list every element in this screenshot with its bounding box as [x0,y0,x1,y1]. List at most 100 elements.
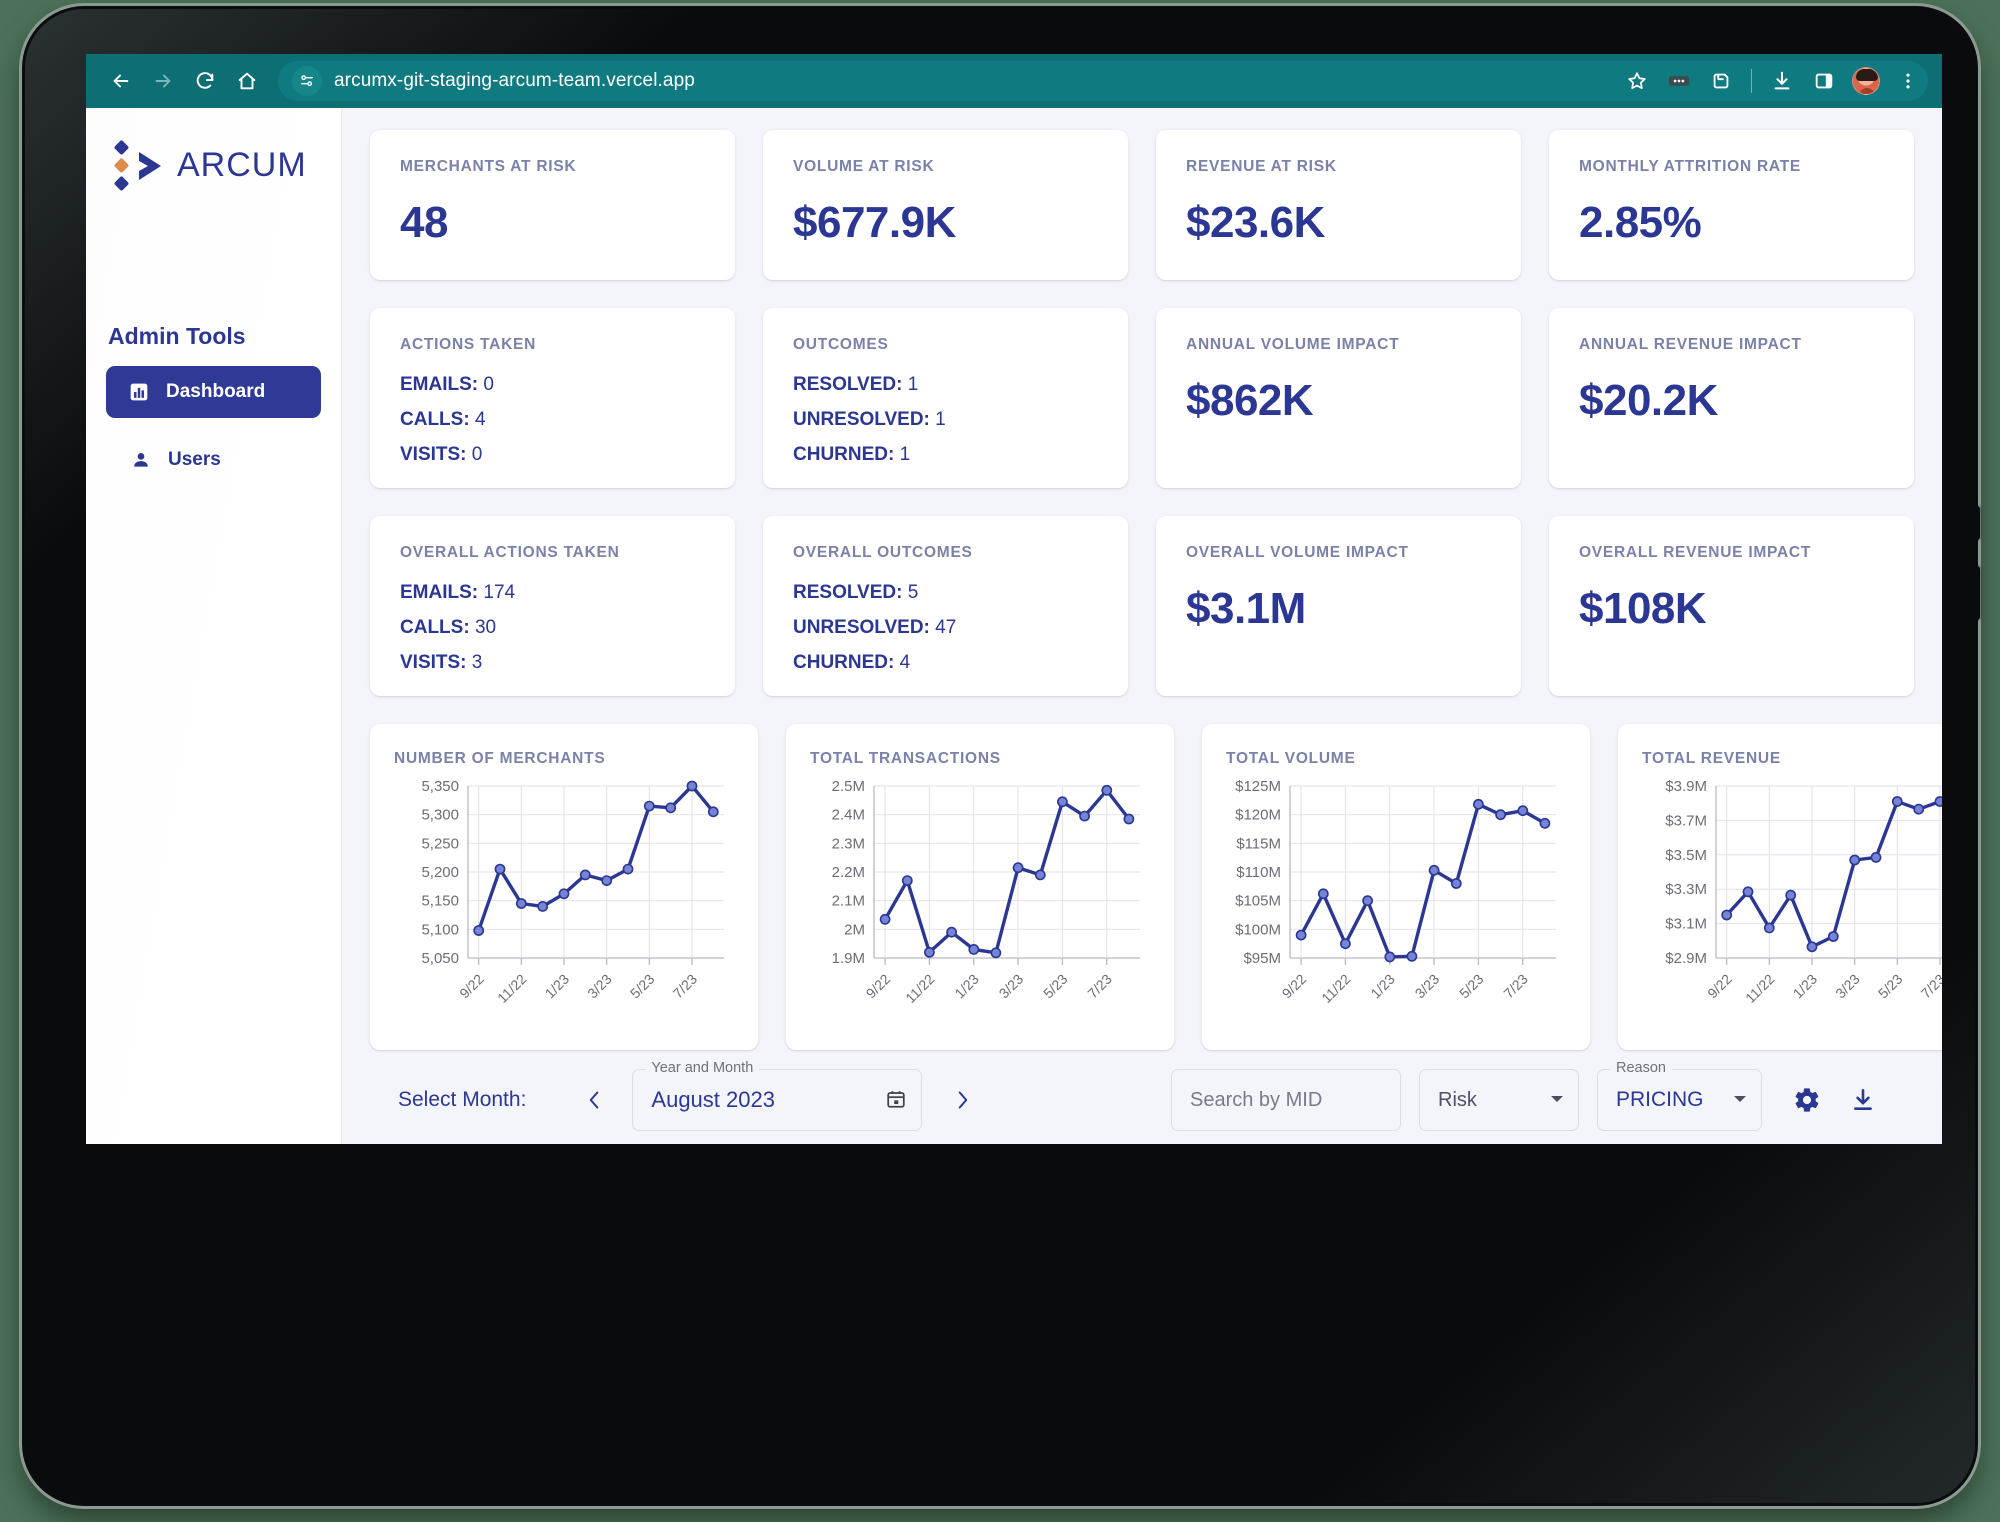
kpi-title: REVENUE AT RISK [1186,158,1337,175]
reason-select[interactable]: Reason PRICING [1597,1060,1762,1131]
svg-text:11/22: 11/22 [1742,971,1778,1007]
kpi-row-annual: ACTIONS TAKEN EMAILS: 0 CALLS: 4 VISITS:… [370,308,1914,488]
search-input-placeholder: Search by MID [1190,1088,1323,1111]
chevron-down-icon[interactable] [1721,1093,1747,1107]
toolbar-divider [1751,69,1752,93]
kpi-title: MERCHANTS AT RISK [400,158,577,175]
kpi-value: $20.2K [1579,376,1718,425]
chart-title: NUMBER OF MERCHANTS [394,750,606,767]
stat-line-unresolved: UNRESOLVED: 47 [793,617,957,638]
chevron-down-icon[interactable] [1528,1093,1564,1107]
svg-text:$100M: $100M [1235,921,1281,938]
logo-chevron-icon [139,151,161,180]
svg-text:$110M: $110M [1236,864,1281,881]
svg-text:2.4M: 2.4M [832,807,865,824]
side-panel-icon[interactable] [1804,61,1844,101]
svg-text:5,300: 5,300 [421,807,459,824]
kpi-value: 2.85% [1579,198,1702,247]
svg-text:3/23: 3/23 [1832,971,1863,1002]
download-icon[interactable] [1762,61,1802,101]
kpi-title: VOLUME AT RISK [793,158,935,175]
device-sensor [1956,654,1972,670]
svg-text:7/23: 7/23 [1500,971,1531,1002]
svg-text:$120M: $120M [1235,807,1281,824]
calendar-icon[interactable] [863,1088,907,1113]
kpi-row-overall: OVERALL ACTIONS TAKEN EMAILS: 174 CALLS:… [370,516,1914,696]
prev-month-button[interactable] [574,1080,614,1120]
svg-text:3/23: 3/23 [1412,971,1443,1002]
stat-line-calls: CALLS: 30 [400,617,497,638]
sidebar-item-label: Dashboard [166,381,266,402]
split-view-icon[interactable] [1701,61,1741,101]
svg-text:5,150: 5,150 [421,893,459,910]
profile-avatar[interactable] [1846,61,1886,101]
kpi-card-actions-taken: ACTIONS TAKEN EMAILS: 0 CALLS: 4 VISITS:… [370,308,735,488]
next-month-button[interactable] [942,1080,982,1120]
kpi-card-annual-revenue-impact: ANNUAL REVENUE IMPACT $20.2K [1549,308,1914,488]
star-icon[interactable] [1617,61,1657,101]
search-mid-field[interactable]: Search by MID [1171,1069,1401,1131]
export-download-button[interactable] [1840,1077,1886,1123]
chart-number-of-merchants: 5,050 5,100 5,150 5,200 5,250 5,300 5,350 9/22 1… [394,774,734,1036]
logo-wordmark: ARCUM [177,146,307,184]
extensions-icon[interactable] [1659,61,1699,101]
svg-text:11/22: 11/22 [494,971,530,1007]
three-dot-menu-icon[interactable] [1888,61,1928,101]
kpi-title: OVERALL VOLUME IMPACT [1186,544,1409,561]
bar-chart-icon [128,381,150,403]
svg-text:5/23: 5/23 [1040,971,1071,1002]
dashboard-toolbar: Select Month: Year and Month August 2023 [370,1050,1914,1144]
svg-text:7/23: 7/23 [670,971,701,1002]
svg-text:5,350: 5,350 [421,778,459,795]
kpi-card-outcomes: OUTCOMES RESOLVED: 1 UNRESOLVED: 1 CHURN… [763,308,1128,488]
kpi-value: $862K [1186,376,1314,425]
svg-text:1/23: 1/23 [951,971,982,1002]
stat-line-emails: EMAILS: 174 [400,582,516,603]
browser-actions [1617,54,1928,108]
risk-select[interactable]: Risk [1419,1069,1579,1131]
svg-text:$3.7M: $3.7M [1665,812,1707,829]
kpi-title: ANNUAL REVENUE IMPACT [1579,336,1802,353]
line-chart-svg: 1.9M 2M 2.1M 2.2M 2.3M 2.4M 2.5M 9/22 11/22 1/23 3… [832,778,1140,1007]
kpi-card-overall-revenue-impact: OVERALL REVENUE IMPACT $108K [1549,516,1914,696]
svg-text:$115M: $115M [1236,835,1281,852]
home-icon[interactable] [228,62,266,100]
kpi-row-current: MERCHANTS AT RISK 48 VOLUME AT RISK $677… [370,130,1914,280]
svg-text:5/23: 5/23 [1875,971,1906,1002]
settings-button[interactable] [1784,1077,1830,1123]
svg-text:2.5M: 2.5M [832,778,865,795]
line-chart-svg: 5,0505,1005,1505,2005,2505,3005,3509/22 1… [421,778,724,1007]
sidebar-item-users[interactable]: Users [106,434,321,486]
svg-text:2.1M: 2.1M [832,893,865,910]
stat-line-calls: CALLS: 4 [400,409,486,430]
back-arrow-icon[interactable] [102,62,140,100]
chart-card-number-of-merchants: NUMBER OF MERCHANTS 5,050 5,100 5,150 5,200… [370,724,758,1050]
sidebar-item-dashboard[interactable]: Dashboard [106,366,321,418]
svg-text:11/22: 11/22 [902,971,938,1007]
month-picker-field[interactable]: Year and Month August 2023 [632,1060,923,1131]
chart-total-revenue: $2.9M $3.1M $3.3M $3.5M $3.7M $3.9M 9/22 11/22 1… [1642,774,1942,1036]
kpi-value: $3.1M [1186,584,1306,633]
svg-text:$2.9M: $2.9M [1665,950,1707,967]
site-settings-icon[interactable] [292,66,322,96]
stat-line-resolved: RESOLVED: 1 [793,374,919,395]
device-button-volume-down [1973,566,1980,620]
kpi-value: $23.6K [1186,198,1325,247]
stat-line-visits: VISITS: 0 [400,444,483,465]
chart-card-total-revenue: TOTAL REVENUE $2.9M $3.1M $3.3M $3.5M $3.7M $… [1618,724,1942,1050]
kpi-card-overall-outcomes: OVERALL OUTCOMES RESOLVED: 5 UNRESOLVED:… [763,516,1128,696]
forward-arrow-icon[interactable] [144,62,182,100]
svg-text:9/22: 9/22 [456,971,487,1002]
sidebar: ARCUM Admin Tools Dashboard Users [86,108,342,1144]
tablet-device-frame: arcumx-git-staging-arcum-team.vercel.app [22,6,1980,1506]
reload-icon[interactable] [186,62,224,100]
kpi-card-overall-actions-taken: OVERALL ACTIONS TAKEN EMAILS: 174 CALLS:… [370,516,735,696]
kpi-value: $108K [1579,584,1707,633]
svg-text:1/23: 1/23 [542,971,573,1002]
kpi-title: ACTIONS TAKEN [400,336,537,353]
svg-text:5/23: 5/23 [1456,971,1487,1002]
svg-text:5,250: 5,250 [421,835,459,852]
main-content: MERCHANTS AT RISK 48 VOLUME AT RISK $677… [342,108,1942,1144]
chart-card-total-volume: TOTAL VOLUME $95M $100M $105M $110M $115M $12… [1202,724,1590,1050]
month-field-legend: Year and Month [645,1060,760,1076]
